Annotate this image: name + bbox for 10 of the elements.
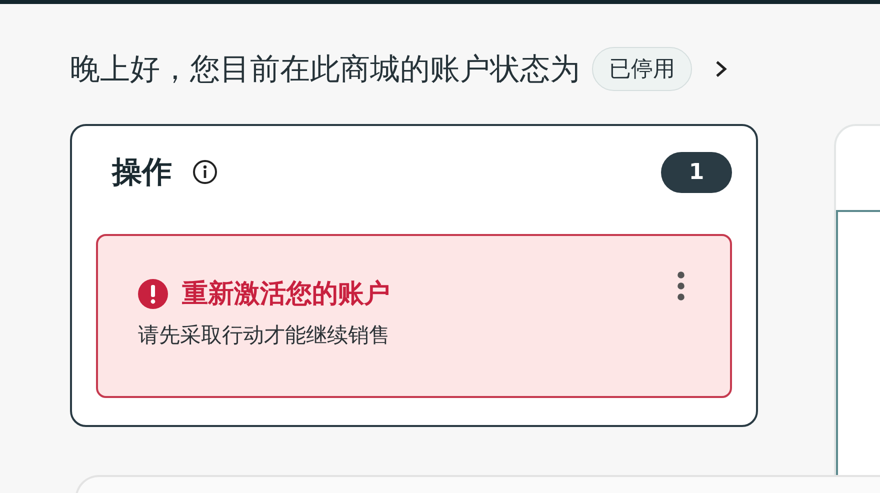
alert-title: 重新激活您的账户 bbox=[182, 278, 390, 311]
greeting-text: 晚上好，您目前在此商城的账户状态为 bbox=[70, 50, 580, 88]
error-icon bbox=[138, 278, 168, 308]
chevron-right-icon[interactable] bbox=[714, 59, 728, 79]
card-title: 操作 bbox=[112, 154, 172, 192]
status-badge: 已停用 bbox=[592, 47, 692, 91]
info-icon[interactable] bbox=[192, 159, 218, 185]
count-badge: 1 bbox=[661, 152, 732, 192]
more-icon[interactable] bbox=[676, 270, 686, 302]
alert-message: 请先采取行动才能继续销售 bbox=[138, 322, 391, 349]
